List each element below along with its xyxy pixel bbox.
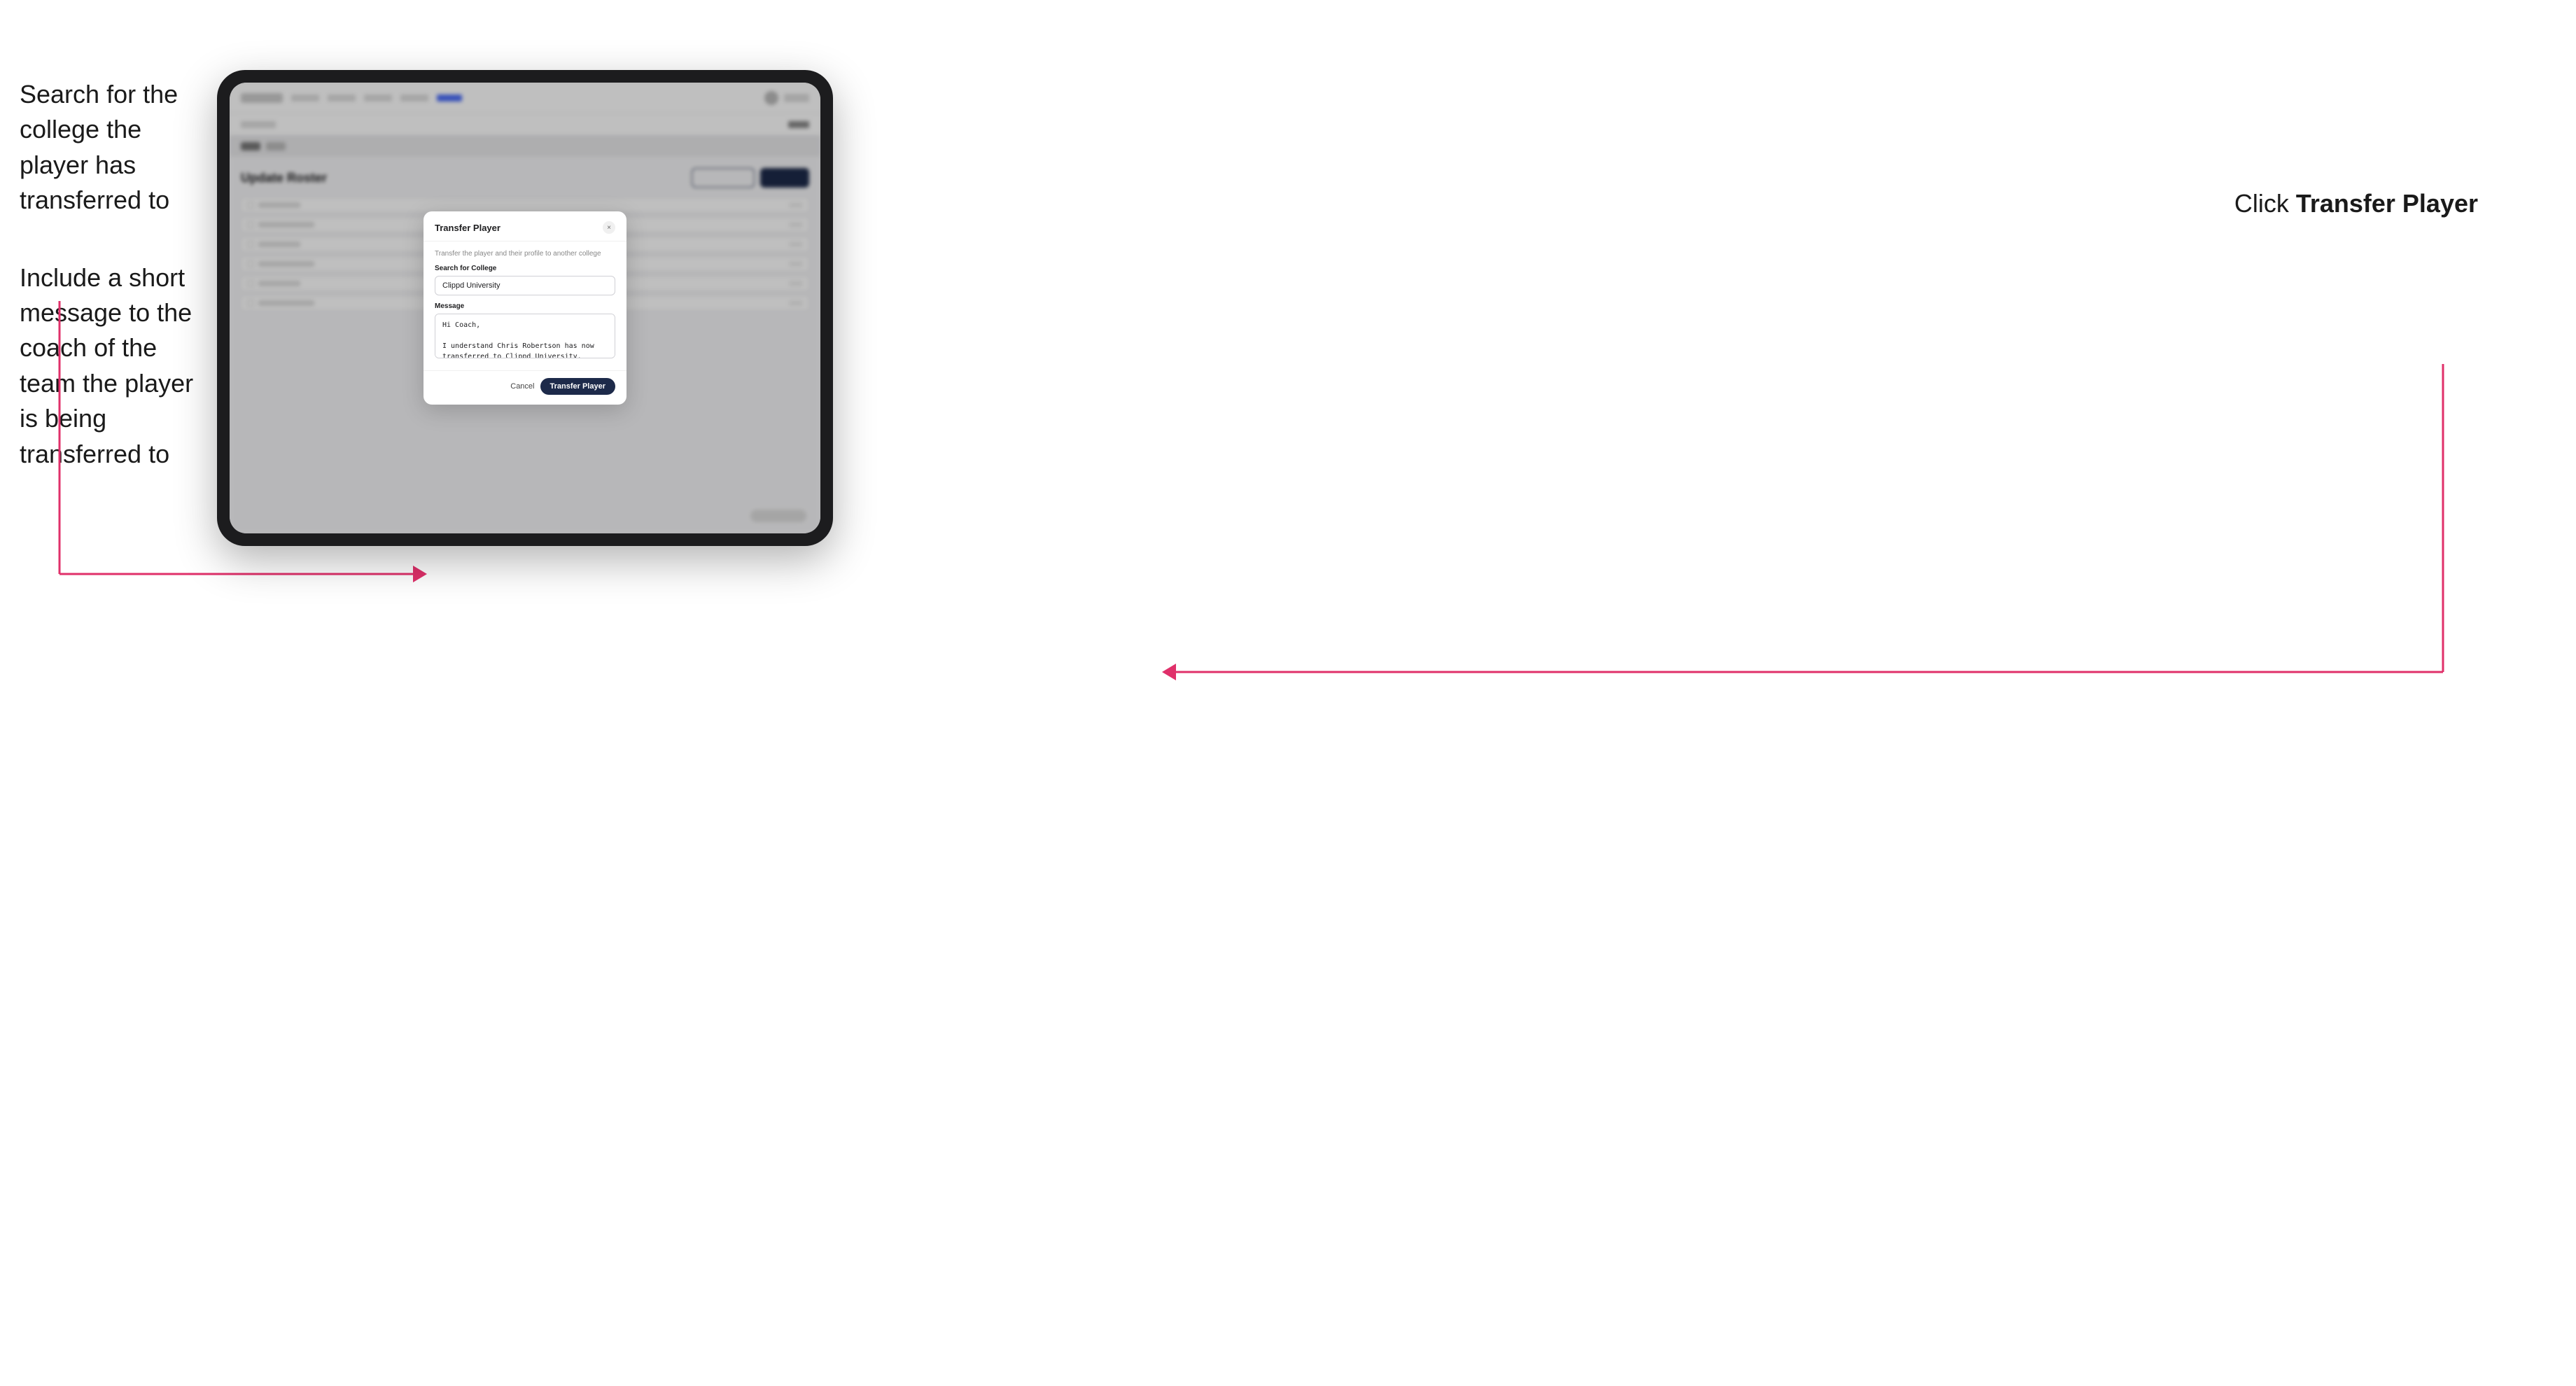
modal-close-button[interactable]: ×	[603, 221, 615, 234]
tablet-screen: Update Roster	[230, 83, 820, 533]
transfer-player-modal: Transfer Player × Transfer the player an…	[424, 211, 626, 405]
modal-title: Transfer Player	[435, 223, 500, 233]
tablet-frame: Update Roster	[217, 70, 833, 546]
search-college-input[interactable]	[435, 276, 615, 295]
annotation-transfer-player-text: Transfer Player	[2296, 189, 2478, 218]
left-annotation: Search for the college the player has tr…	[20, 77, 216, 472]
modal-overlay: Transfer Player × Transfer the player an…	[230, 83, 820, 533]
message-textarea[interactable]: Hi Coach, I understand Chris Robertson h…	[435, 314, 615, 358]
close-icon: ×	[607, 224, 611, 232]
modal-header: Transfer Player ×	[424, 211, 626, 241]
annotation-click-text: Click	[2234, 189, 2296, 218]
modal-subtitle: Transfer the player and their profile to…	[435, 250, 615, 258]
message-label: Message	[435, 302, 615, 310]
modal-footer: Cancel Transfer Player	[424, 370, 626, 405]
annotation-search-text: Search for the college the player has tr…	[20, 80, 178, 214]
search-for-college-label: Search for College	[435, 265, 615, 272]
transfer-player-button[interactable]: Transfer Player	[540, 378, 616, 395]
modal-body: Transfer the player and their profile to…	[424, 241, 626, 370]
cancel-button[interactable]: Cancel	[510, 382, 534, 391]
annotation-message-text: Include a short message to the coach of …	[20, 263, 193, 468]
right-annotation: Click Transfer Player	[2234, 189, 2478, 218]
